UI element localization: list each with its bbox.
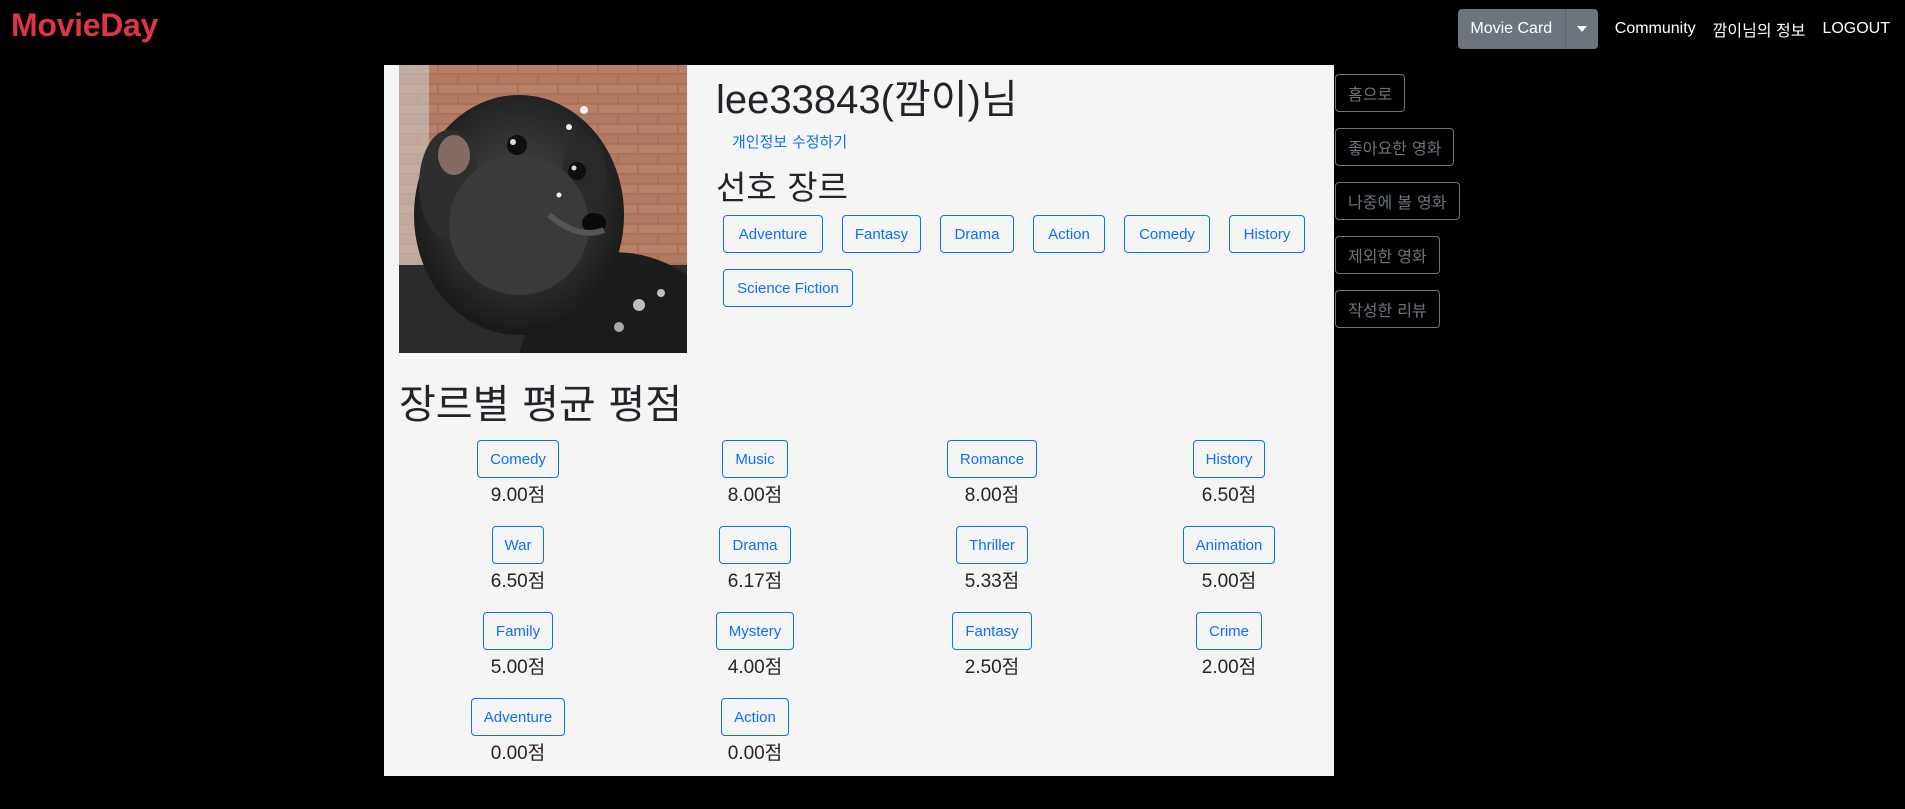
side-watch-later-button[interactable]: 나중에 볼 영화: [1335, 182, 1460, 220]
genre-score: 5.33점: [964, 571, 1020, 592]
caret-down-icon: [1576, 26, 1587, 32]
profile-title: lee33843(깜이)님: [716, 78, 1018, 122]
genre-button[interactable]: Adventure: [470, 698, 566, 736]
genre-score: 0.00점: [490, 743, 546, 764]
genre-score: 8.00점: [964, 485, 1020, 506]
genre-average-item: Action 0.00점: [636, 698, 874, 778]
genre-button[interactable]: Animation: [1182, 526, 1276, 564]
genre-button[interactable]: Romance: [946, 440, 1038, 478]
profile-avatar: [399, 65, 687, 353]
preferred-genre-button[interactable]: History: [1229, 215, 1305, 253]
genre-score: 2.00점: [1201, 657, 1257, 678]
genre-score: 9.00점: [490, 485, 546, 506]
nav-community[interactable]: Community: [1615, 20, 1696, 38]
genre-average-heading: 장르별 평균 평점: [399, 382, 683, 428]
nav-my-info[interactable]: 깜이님의 정보: [1713, 17, 1806, 41]
movie-card-dropdown-toggle[interactable]: [1566, 9, 1598, 49]
genre-score: 6.50점: [490, 571, 546, 592]
genre-average-item: Music 8.00점: [636, 440, 874, 520]
preferred-genre-button[interactable]: Adventure: [723, 215, 823, 253]
genre-average-item: History 6.50점: [1110, 440, 1348, 520]
genre-score: 4.00점: [727, 657, 783, 678]
genre-average-item: Thriller 5.33점: [873, 526, 1111, 606]
profile-panel: lee33843(깜이)님 개인정보 수정하기 선호 장르 Adventure …: [384, 65, 1334, 776]
genre-button[interactable]: Drama: [719, 526, 791, 564]
genre-button[interactable]: History: [1192, 440, 1266, 478]
genre-button[interactable]: Thriller: [956, 526, 1028, 564]
genre-average-item: Fantasy 2.50점: [873, 612, 1111, 692]
nav-logout[interactable]: LOGOUT: [1822, 20, 1890, 38]
preferred-genre-button[interactable]: Drama: [940, 215, 1014, 253]
preferred-genre-button[interactable]: Comedy: [1124, 215, 1210, 253]
genre-score: 5.00점: [1201, 571, 1257, 592]
genre-score: 8.00점: [727, 485, 783, 506]
genre-average-item: Romance 8.00점: [873, 440, 1111, 520]
genre-average-item: Mystery 4.00점: [636, 612, 874, 692]
genre-average-item: Adventure 0.00점: [399, 698, 637, 778]
genre-score: 6.50점: [1201, 485, 1257, 506]
genre-average-item: Family 5.00점: [399, 612, 637, 692]
preferred-genre-button[interactable]: Action: [1033, 215, 1105, 253]
genre-button[interactable]: Music: [722, 440, 788, 478]
genre-button[interactable]: Fantasy: [952, 612, 1032, 650]
genre-average-item: Animation 5.00점: [1110, 526, 1348, 606]
genre-button[interactable]: Comedy: [477, 440, 559, 478]
genre-button[interactable]: Family: [482, 612, 554, 650]
dog-photo-image: [399, 65, 687, 353]
genre-button[interactable]: War: [491, 526, 545, 564]
edit-profile-link[interactable]: 개인정보 수정하기: [732, 131, 847, 152]
side-excluded-movies-button[interactable]: 제외한 영화: [1335, 236, 1440, 274]
genre-button[interactable]: Action: [721, 698, 789, 736]
side-home-button[interactable]: 홈으로: [1335, 74, 1406, 112]
preferred-genres-heading: 선호 장르: [716, 168, 848, 207]
movie-card-split-button: Movie Card: [1457, 9, 1598, 49]
genre-average-item: Crime 2.00점: [1110, 612, 1348, 692]
genre-average-item: War 6.50점: [399, 526, 637, 606]
preferred-genre-button[interactable]: Science Fiction: [723, 269, 853, 307]
side-my-reviews-button[interactable]: 작성한 리뷰: [1335, 290, 1440, 328]
genre-score: 6.17점: [727, 571, 783, 592]
preferred-genre-button[interactable]: Fantasy: [842, 215, 921, 253]
genre-score: 2.50점: [964, 657, 1020, 678]
navbar: MovieDay Movie Card Community 깜이님의 정보 LO…: [0, 0, 1905, 58]
genre-button[interactable]: Mystery: [715, 612, 795, 650]
genre-score: 0.00점: [727, 743, 783, 764]
movie-card-button[interactable]: Movie Card: [1458, 9, 1566, 49]
genre-score: 5.00점: [490, 657, 546, 678]
genre-average-item: Drama 6.17점: [636, 526, 874, 606]
brand-logo[interactable]: MovieDay: [11, 7, 158, 44]
genre-button[interactable]: Crime: [1196, 612, 1262, 650]
side-liked-movies-button[interactable]: 좋아요한 영화: [1335, 128, 1455, 166]
nav-right: Movie Card Community 깜이님의 정보 LOGOUT: [1457, 9, 1905, 49]
genre-average-item: Comedy 9.00점: [399, 440, 637, 520]
